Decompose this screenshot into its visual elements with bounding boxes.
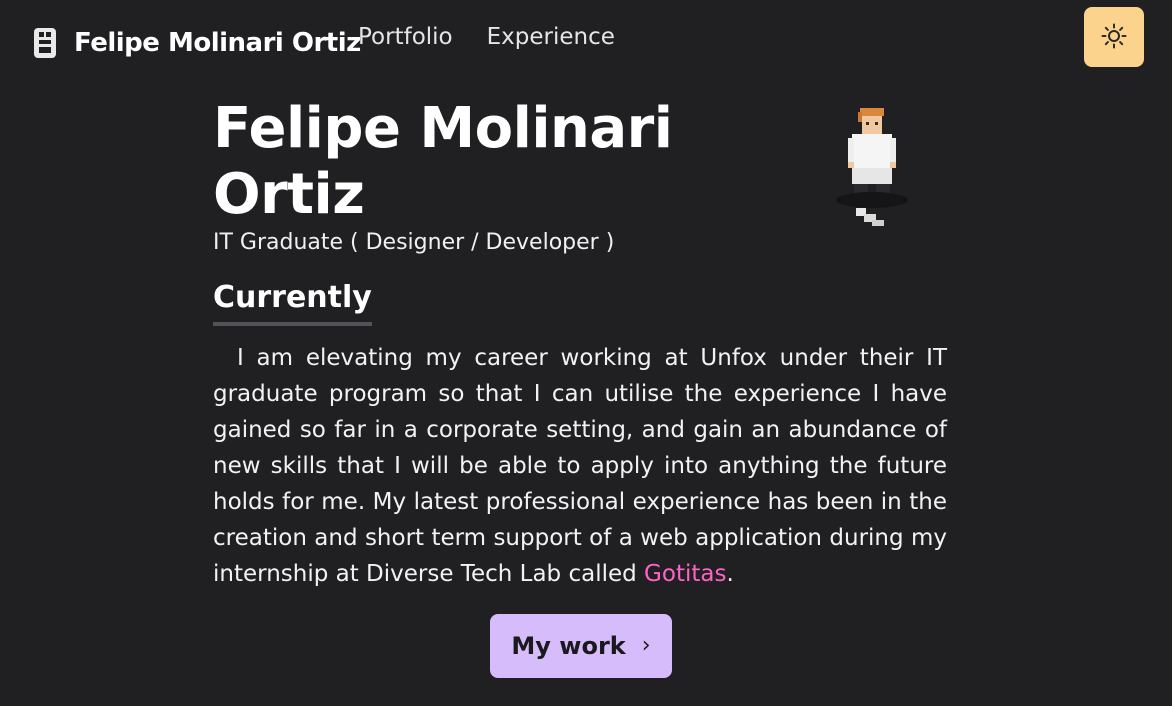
chevron-right-icon: › bbox=[641, 633, 651, 658]
brand-name: Felipe Molinari Ortiz bbox=[74, 28, 361, 58]
title-line-2: Ortiz bbox=[213, 162, 365, 227]
page-title: Felipe Molinari Ortiz bbox=[213, 96, 813, 228]
top-nav: Felipe Molinari Ortiz Portfolio Experien… bbox=[0, 0, 1172, 78]
hero-subtitle: IT Graduate ( Designer / Developer ) bbox=[213, 230, 615, 255]
section-heading-currently: Currently bbox=[213, 278, 372, 326]
hero: Felipe Molinari Ortiz IT Graduate ( Desi… bbox=[213, 96, 813, 255]
section-body: I am elevating my career working at Unfo… bbox=[213, 340, 947, 592]
my-work-label: My work bbox=[511, 632, 626, 660]
nav-links: Portfolio Experience bbox=[358, 24, 615, 50]
sun-icon bbox=[1101, 23, 1127, 52]
footprint-icon bbox=[28, 26, 62, 60]
my-work-button[interactable]: My work › bbox=[490, 614, 672, 678]
page: Felipe Molinari Ortiz Portfolio Experien… bbox=[0, 0, 1172, 706]
brand-logo-link[interactable]: Felipe Molinari Ortiz bbox=[28, 24, 361, 62]
section-body-end: . bbox=[726, 561, 734, 587]
title-line-1: Felipe Molinari bbox=[213, 96, 673, 161]
section-body-text: I am elevating my career working at Unfo… bbox=[213, 345, 947, 587]
pixel-character-avatar bbox=[830, 104, 914, 244]
nav-link-portfolio[interactable]: Portfolio bbox=[358, 24, 453, 50]
gotitas-link[interactable]: Gotitas bbox=[644, 561, 726, 587]
theme-toggle-button[interactable] bbox=[1084, 7, 1144, 67]
nav-link-experience[interactable]: Experience bbox=[487, 24, 615, 50]
